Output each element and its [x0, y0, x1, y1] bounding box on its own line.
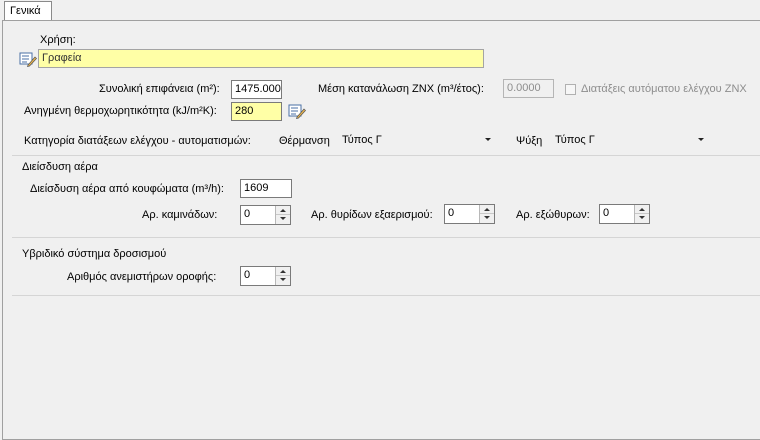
hybrid-title: Υβριδικό σύστημα δροσισμού	[22, 248, 167, 260]
divider	[12, 295, 760, 296]
frames-infiltration-label: Διείσδυση αέρα από κουφώματα (m³/h):	[30, 183, 224, 195]
stepper-down-button[interactable]	[480, 214, 494, 223]
heating-select[interactable]: Τύπος Γ	[338, 132, 497, 151]
edit-list-icon[interactable]	[19, 51, 37, 67]
stepper-down-button[interactable]	[276, 276, 290, 285]
total-area-label: Συνολική επιφάνεια (m²):	[99, 83, 220, 95]
exhaust-stepper[interactable]: 0	[599, 204, 650, 224]
vents-label: Αρ. θυρίδων εξαερισμού:	[311, 209, 433, 221]
stepper-up-button[interactable]	[276, 206, 290, 215]
stepper-down-button[interactable]	[635, 214, 649, 223]
stepper-up-button[interactable]	[276, 267, 290, 276]
ceiling-fans-label: Αριθμός ανεμιστήρων οροφής:	[67, 271, 217, 283]
divider	[12, 155, 760, 156]
usage-field[interactable]: Γραφεία	[38, 49, 484, 68]
dhw-input[interactable]: 0.0000	[503, 79, 554, 98]
cooling-label: Ψύξη	[516, 135, 543, 147]
ceiling-fans-stepper[interactable]: 0	[240, 266, 291, 286]
stepper-up-button[interactable]	[480, 205, 494, 214]
stepper-up-button[interactable]	[635, 205, 649, 214]
divider	[12, 237, 760, 238]
exhaust-label: Αρ. εξώθυρων:	[516, 209, 590, 221]
heat-capacity-input[interactable]: 280	[231, 102, 282, 121]
infiltration-title: Διείσδυση αέρα	[22, 161, 98, 173]
total-area-input[interactable]: 1475.000	[231, 80, 282, 99]
dhw-auto-label: Διατάξεις αυτόματου ελέγχου ΖΝΧ	[581, 83, 747, 95]
chimneys-label: Αρ. καμινάδων:	[142, 209, 218, 221]
tab-general[interactable]: Γενικά	[4, 1, 52, 20]
stepper-down-button[interactable]	[276, 215, 290, 224]
chimneys-stepper[interactable]: 0	[240, 205, 291, 225]
cooling-select[interactable]: Τύπος Γ	[551, 132, 710, 151]
dhw-label: Μέση κατανάλωση ΖΝΧ (m³/έτος):	[318, 83, 484, 95]
edit-list-icon[interactable]	[288, 103, 306, 119]
vents-stepper[interactable]: 0	[444, 204, 495, 224]
dhw-auto-checkbox[interactable]	[565, 84, 576, 95]
control-category-label: Κατηγορία διατάξεων ελέγχου - αυτοματισμ…	[24, 135, 251, 147]
usage-label: Χρήση:	[40, 34, 76, 46]
heating-label: Θέρμανση	[279, 135, 330, 147]
chevron-down-icon	[485, 138, 491, 141]
frames-infiltration-input[interactable]: 1609	[240, 179, 292, 198]
heat-capacity-label: Ανηγμένη θερμοχωρητικότητα (kJ/m²K):	[24, 105, 217, 117]
chevron-down-icon	[698, 138, 704, 141]
